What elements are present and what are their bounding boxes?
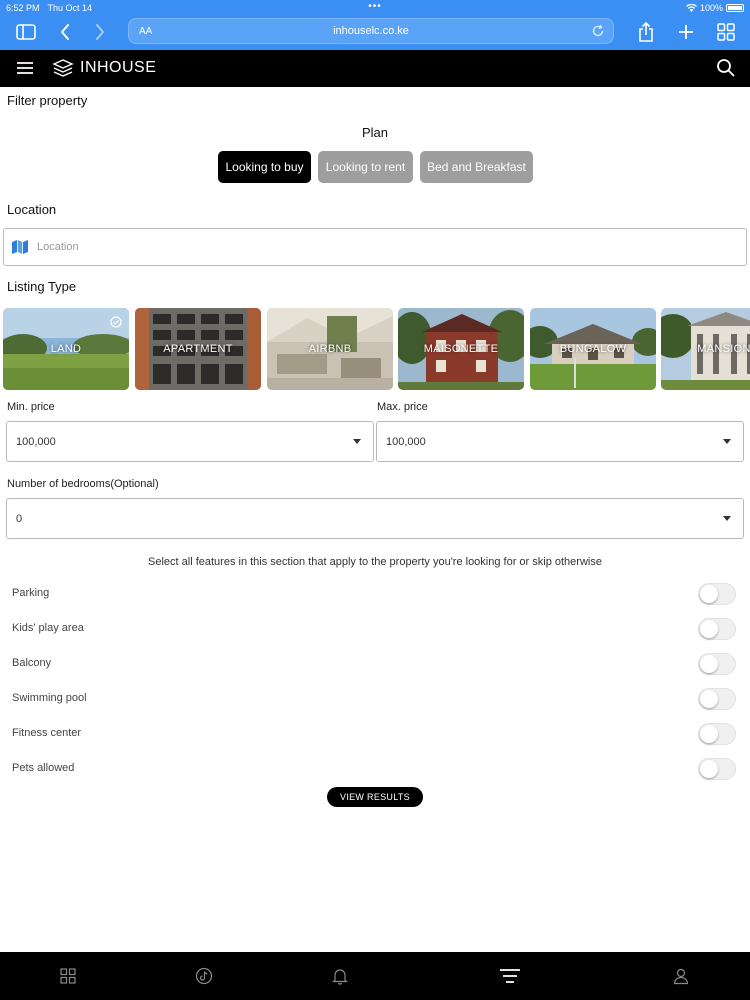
caret-down-icon bbox=[723, 439, 731, 444]
listing-tile-label: MANSION bbox=[697, 343, 750, 355]
listing-tile-airbnb[interactable]: AIRBNB bbox=[267, 308, 393, 390]
listing-tile-apartment[interactable]: APARTMENT bbox=[135, 308, 261, 390]
text-size-button[interactable]: AA bbox=[139, 26, 152, 37]
max-price-select[interactable]: 100,000 bbox=[376, 421, 744, 462]
brand-name: INHOUSE bbox=[80, 59, 157, 76]
tiktok-icon[interactable] bbox=[193, 965, 215, 987]
feature-label-parking: Parking bbox=[12, 587, 50, 599]
app-header: INHOUSE bbox=[0, 50, 750, 87]
bottom-nav bbox=[0, 952, 750, 1000]
bedrooms-label: Number of bedrooms(Optional) bbox=[7, 478, 159, 490]
toggle-pets-allowed[interactable] bbox=[698, 758, 736, 780]
plan-bnb-button[interactable]: Bed and Breakfast bbox=[420, 151, 533, 183]
caret-down-icon bbox=[353, 439, 361, 444]
location-heading: Location bbox=[7, 202, 57, 217]
address-bar[interactable]: AA inhouselc.co.ke bbox=[128, 18, 614, 44]
listing-tile-label: AIRBNB bbox=[308, 343, 352, 355]
toggle-balcony[interactable] bbox=[698, 653, 736, 675]
tabs-overview-icon[interactable] bbox=[714, 20, 738, 44]
min-price-label: Min. price bbox=[7, 401, 55, 413]
view-results-button[interactable]: VIEW RESULTS bbox=[327, 787, 423, 807]
bedrooms-value: 0 bbox=[16, 512, 23, 525]
page-title: Filter property bbox=[7, 93, 88, 108]
hamburger-menu-icon[interactable] bbox=[16, 60, 34, 76]
new-tab-icon[interactable] bbox=[674, 20, 698, 44]
bedrooms-select[interactable]: 0 bbox=[6, 498, 744, 539]
listing-tile-maisonette[interactable]: MAISONETTE bbox=[398, 308, 524, 390]
plan-buy-button[interactable]: Looking to buy bbox=[218, 151, 311, 183]
listing-tile-label: LAND bbox=[50, 343, 82, 355]
plan-label: Plan bbox=[361, 125, 389, 140]
listing-tile-label: APARTMENT bbox=[163, 343, 233, 355]
forward-icon[interactable] bbox=[88, 20, 112, 44]
listing-tile-label: BUNGALOW bbox=[559, 343, 627, 355]
listing-tile-land[interactable]: LAND bbox=[3, 308, 129, 390]
listing-tile-mansion[interactable]: MANSION bbox=[661, 308, 750, 390]
listing-tile-label: MAISONETTE bbox=[423, 343, 499, 355]
location-field[interactable] bbox=[3, 228, 747, 266]
location-input[interactable] bbox=[37, 241, 746, 253]
bell-icon[interactable] bbox=[329, 965, 351, 987]
browser-toolbar: 6:52 PM Thu Oct 14 ••• 100% AA inhouselc… bbox=[0, 0, 750, 50]
url-text[interactable]: inhouselc.co.ke bbox=[129, 25, 613, 37]
caret-down-icon bbox=[723, 516, 731, 521]
back-icon[interactable] bbox=[53, 20, 77, 44]
feature-label-swimming-pool: Swimming pool bbox=[12, 692, 87, 704]
search-icon[interactable] bbox=[716, 58, 736, 78]
grid-icon[interactable] bbox=[57, 965, 79, 987]
toggle-parking[interactable] bbox=[698, 583, 736, 605]
toggle-kids-play-area[interactable] bbox=[698, 618, 736, 640]
multitasking-dots-icon[interactable]: ••• bbox=[6, 1, 744, 12]
feature-label-balcony: Balcony bbox=[12, 657, 52, 669]
max-price-value: 100,000 bbox=[386, 435, 426, 448]
feature-label-pets-allowed: Pets allowed bbox=[12, 762, 75, 774]
listing-tile-bungalow[interactable]: BUNGALOW bbox=[530, 308, 656, 390]
features-instructions: Select all features in this section that… bbox=[148, 556, 602, 568]
sidebar-toggle-icon[interactable] bbox=[14, 20, 38, 44]
min-price-value: 100,000 bbox=[16, 435, 56, 448]
listing-type-heading: Listing Type bbox=[7, 279, 77, 294]
toggle-swimming-pool[interactable] bbox=[698, 688, 736, 710]
reload-icon[interactable] bbox=[591, 24, 605, 38]
share-icon[interactable] bbox=[634, 20, 658, 44]
check-circle-icon bbox=[110, 316, 122, 328]
max-price-label: Max. price bbox=[377, 401, 428, 413]
user-icon[interactable] bbox=[670, 965, 692, 987]
battery-icon bbox=[726, 4, 744, 12]
status-bar: 6:52 PM Thu Oct 14 ••• 100% bbox=[6, 1, 744, 14]
toggle-fitness-center[interactable] bbox=[698, 723, 736, 745]
map-icon bbox=[12, 240, 28, 254]
plan-rent-button[interactable]: Looking to rent bbox=[318, 151, 413, 183]
feature-label-kids-play-area: Kids' play area bbox=[12, 622, 84, 634]
feature-label-fitness-center: Fitness center bbox=[12, 727, 82, 739]
min-price-select[interactable]: 100,000 bbox=[6, 421, 374, 462]
inhouse-logo-icon bbox=[52, 59, 74, 77]
brand-logo[interactable]: INHOUSE bbox=[52, 58, 156, 78]
menu-lines-icon[interactable] bbox=[499, 965, 521, 987]
